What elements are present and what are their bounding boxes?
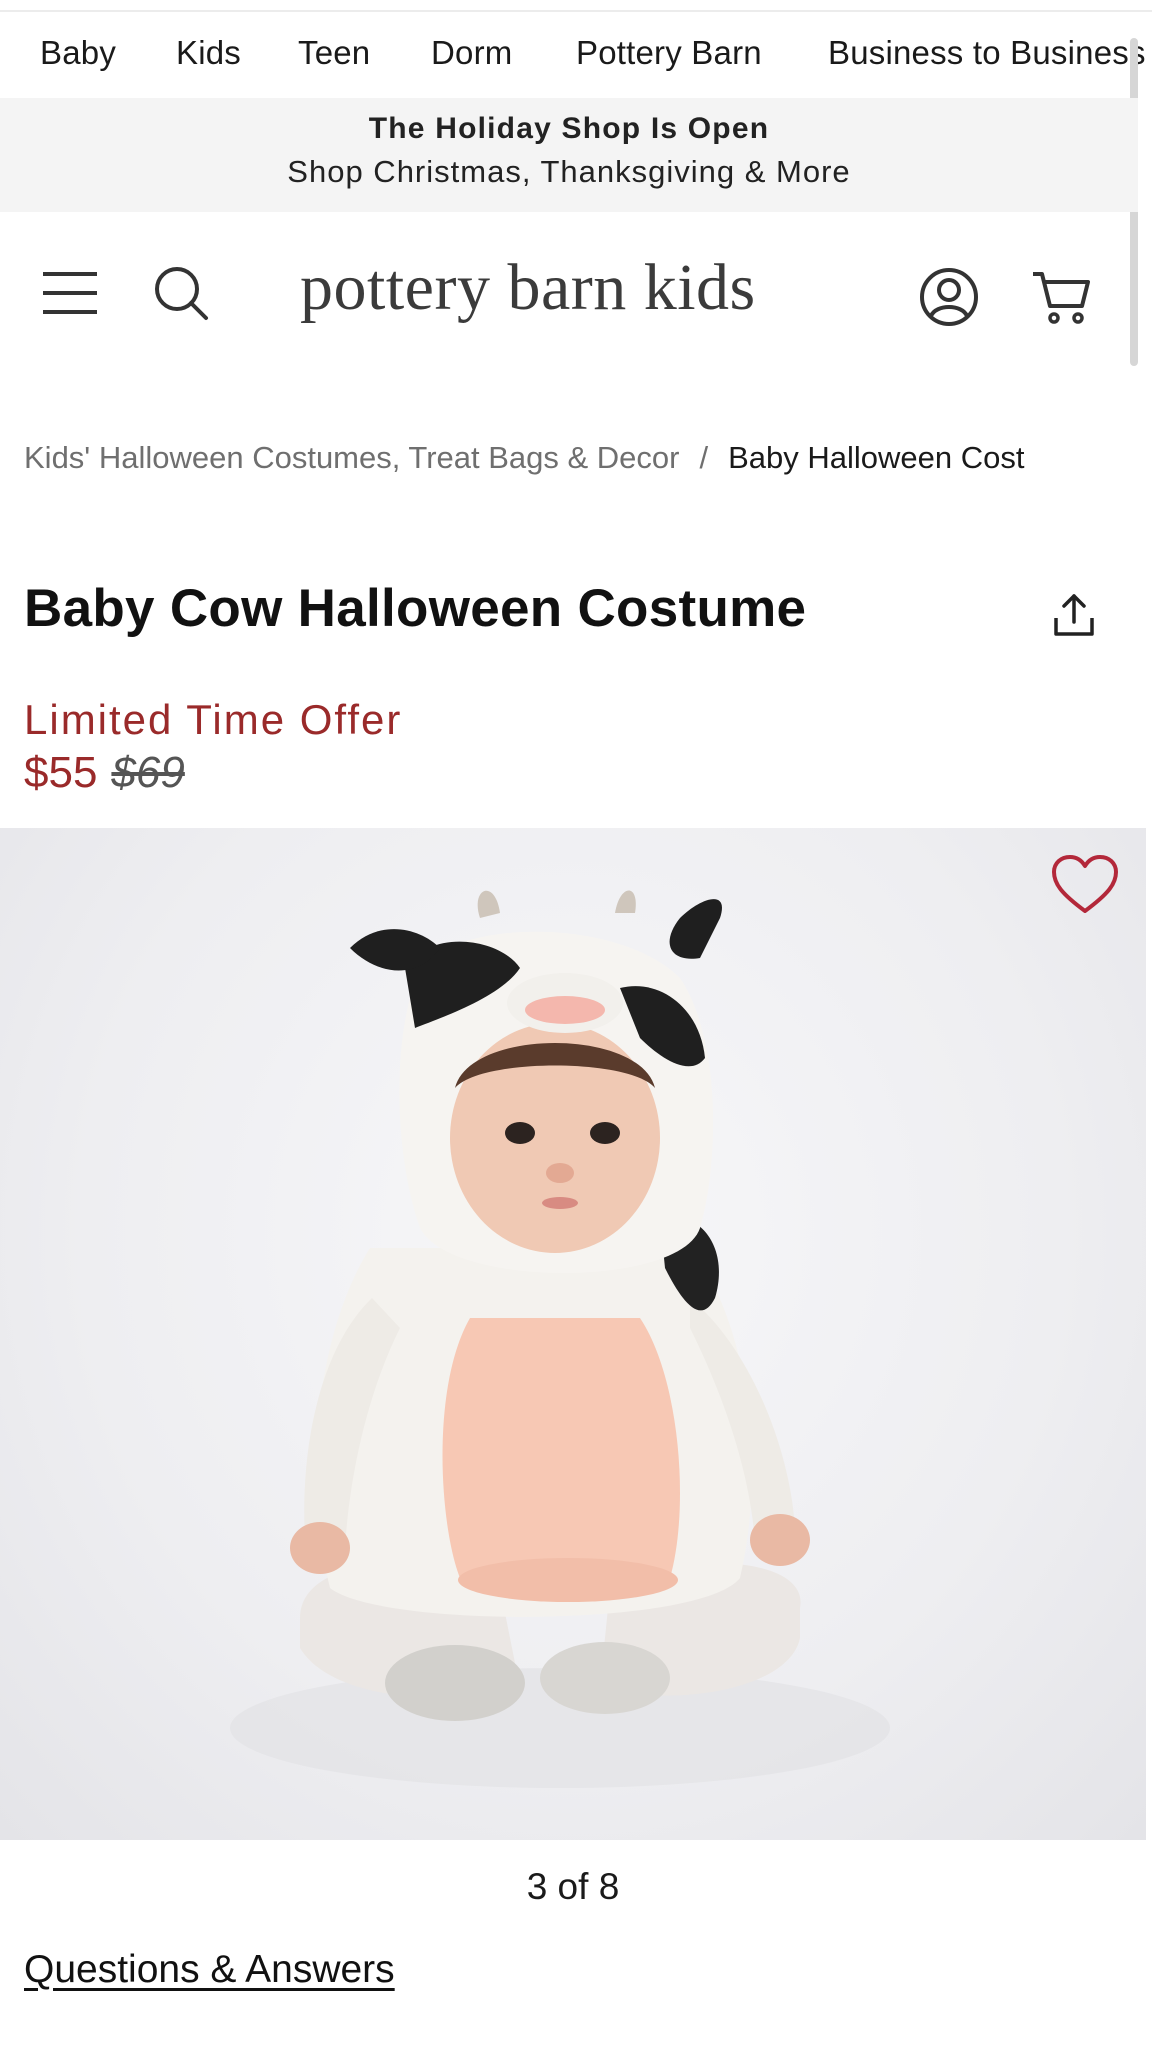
questions-answers-link[interactable]: Questions & Answers — [24, 1948, 395, 1992]
breadcrumb-current[interactable]: Baby Halloween Cost — [728, 440, 1024, 475]
share-icon[interactable] — [1052, 592, 1096, 643]
breadcrumb-parent[interactable]: Kids' Halloween Costumes, Treat Bags & D… — [24, 440, 679, 475]
brand-nav-baby[interactable]: Baby — [40, 34, 116, 72]
breadcrumb-separator: / — [699, 440, 709, 475]
favorite-heart-icon[interactable] — [1050, 854, 1120, 921]
product-title: Baby Cow Halloween Costume — [24, 579, 807, 638]
sale-price: $55 — [24, 748, 98, 797]
brand-nav: Baby Kids Teen Dorm Pottery Barn Busines… — [0, 12, 1152, 98]
original-price: $69 — [111, 748, 185, 797]
cart-icon[interactable] — [1030, 268, 1092, 333]
product-image[interactable] — [0, 828, 1146, 1840]
breadcrumb: Kids' Halloween Costumes, Treat Bags & D… — [24, 440, 1152, 476]
product-image-illustration — [230, 890, 890, 1788]
brand-nav-kids[interactable]: Kids — [176, 34, 241, 72]
menu-icon[interactable] — [40, 268, 100, 323]
brand-nav-business[interactable]: Business to Business — [828, 34, 1146, 72]
account-icon[interactable] — [918, 266, 980, 333]
promo-headline: The Holiday Shop Is Open — [368, 112, 770, 145]
price: $55 $69 — [24, 748, 185, 798]
promo-subline: Shop Christmas, Thanksgiving & More — [287, 154, 851, 189]
offer-label: Limited Time Offer — [24, 696, 403, 743]
site-logo[interactable]: pottery barn kids — [300, 250, 820, 326]
top-divider — [0, 0, 1152, 12]
promo-banner[interactable]: The Holiday Shop Is Open Shop Christmas,… — [0, 98, 1138, 212]
brand-nav-pottery-barn[interactable]: Pottery Barn — [576, 34, 762, 72]
site-header: pottery barn kids — [0, 212, 1152, 372]
brand-nav-teen[interactable]: Teen — [298, 34, 370, 72]
search-icon[interactable] — [152, 264, 212, 329]
image-counter: 3 of 8 — [526, 1866, 620, 1907]
brand-nav-dorm[interactable]: Dorm — [431, 34, 512, 72]
